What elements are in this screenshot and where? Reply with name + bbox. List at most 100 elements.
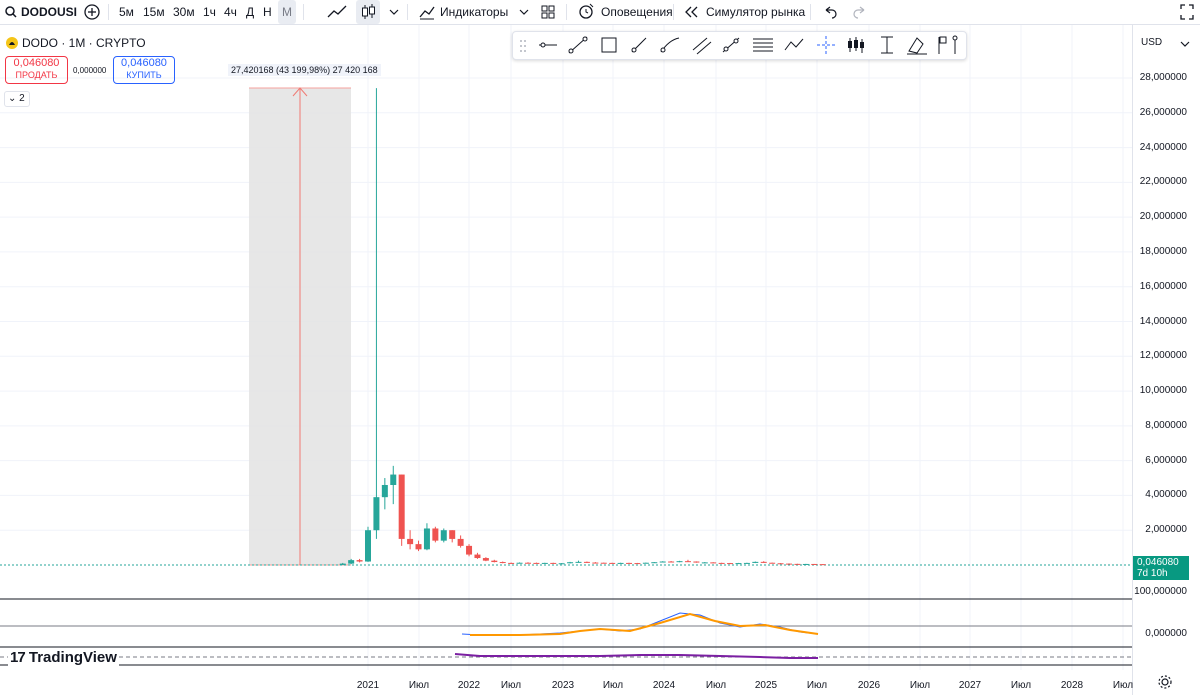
flag-icon[interactable] bbox=[938, 35, 958, 54]
time-tick: Июл bbox=[705, 680, 727, 691]
chart-type-candles-button[interactable] bbox=[356, 0, 380, 24]
undo-icon bbox=[825, 6, 837, 19]
chart-type-line-button[interactable] bbox=[326, 0, 348, 24]
candle-body bbox=[786, 563, 792, 565]
buy-label: КУПИТЬ bbox=[126, 70, 162, 80]
candle-body bbox=[524, 562, 531, 564]
grid-icon bbox=[541, 5, 555, 19]
sell-label: ПРОДАТЬ bbox=[15, 70, 58, 80]
toolbar-divider bbox=[810, 4, 811, 20]
interval-5m[interactable]: 5м bbox=[119, 0, 134, 24]
price-tick: 12,000000 bbox=[1139, 350, 1187, 362]
candle-body bbox=[558, 563, 565, 565]
drag-handle-icon[interactable] bbox=[520, 40, 526, 52]
rewind-icon bbox=[685, 6, 698, 18]
sell-button[interactable]: 0,046080 ПРОДАТЬ bbox=[5, 56, 68, 84]
time-tick: 2028 bbox=[1060, 680, 1084, 691]
parallel-channel-icon[interactable] bbox=[692, 37, 712, 55]
fullscreen-button[interactable] bbox=[1178, 0, 1196, 24]
indicators-dropdown[interactable] bbox=[518, 0, 530, 24]
candle-body bbox=[642, 562, 649, 564]
candle-body bbox=[583, 561, 590, 563]
rectangle-icon[interactable] bbox=[601, 37, 617, 53]
candle-body bbox=[508, 562, 515, 564]
currency-selector[interactable]: USD bbox=[1141, 37, 1162, 48]
indicator-tick: 100,000000 bbox=[1134, 586, 1187, 597]
interval-month[interactable]: М bbox=[278, 0, 296, 24]
redo-icon bbox=[853, 6, 865, 19]
time-tick: 2025 bbox=[754, 680, 778, 691]
interval-day[interactable]: Д bbox=[246, 0, 254, 24]
symbol-legend: DODO · 1M · CRYPTO bbox=[6, 36, 146, 50]
ray-icon[interactable] bbox=[631, 37, 647, 53]
pattern-icon[interactable] bbox=[784, 38, 804, 51]
price-axis[interactable]: USD 28,000000 26,000000 24,000000 22,000000… bbox=[1132, 25, 1200, 695]
search-icon bbox=[5, 6, 17, 18]
text-icon[interactable] bbox=[881, 36, 893, 54]
chevron-down-icon bbox=[1180, 41, 1190, 47]
candle-body bbox=[550, 562, 557, 564]
candle-body bbox=[575, 561, 582, 563]
bars-pattern-icon[interactable] bbox=[848, 37, 864, 53]
candle-body bbox=[449, 530, 456, 539]
price-tick: 26,000000 bbox=[1139, 106, 1187, 118]
candle-body bbox=[769, 562, 776, 564]
price-tick: 28,000000 bbox=[1139, 72, 1187, 83]
templates-button[interactable] bbox=[539, 0, 557, 24]
chevron-down-icon bbox=[389, 9, 399, 15]
candle-body bbox=[760, 561, 767, 563]
candle-body bbox=[718, 562, 725, 564]
candle-body bbox=[676, 561, 683, 563]
chart-grid bbox=[0, 25, 1132, 670]
indicators-collapse-button[interactable]: ⌄ 2 bbox=[4, 91, 30, 107]
horizontal-ray-icon[interactable] bbox=[539, 42, 557, 48]
candles-group bbox=[339, 88, 826, 566]
candle-body bbox=[651, 562, 658, 564]
alarm-clock-icon bbox=[579, 3, 594, 19]
chart-type-dropdown[interactable] bbox=[388, 0, 400, 24]
market-simulator-button[interactable]: Симулятор рынка bbox=[684, 0, 805, 24]
eraser-icon[interactable] bbox=[907, 37, 927, 55]
time-tick: Июл bbox=[1112, 680, 1134, 691]
candle-body bbox=[794, 563, 801, 565]
time-tick: Июл bbox=[909, 680, 931, 691]
candle-body bbox=[365, 530, 371, 562]
undo-button[interactable] bbox=[822, 0, 838, 24]
extended-line-icon[interactable] bbox=[722, 37, 740, 53]
candle-body bbox=[626, 562, 633, 564]
toolbar-divider bbox=[303, 4, 304, 20]
toolbar-divider bbox=[108, 4, 109, 20]
interval-30m[interactable]: 30м bbox=[173, 0, 195, 24]
candle-body bbox=[516, 562, 523, 564]
tradingview-logo: 17 TradingView bbox=[8, 649, 119, 666]
toolbar-divider bbox=[407, 4, 408, 20]
toolbar-divider bbox=[566, 4, 567, 20]
indicators-button[interactable]: Индикаторы bbox=[418, 0, 508, 24]
interval-4h[interactable]: 4ч bbox=[224, 0, 237, 24]
candle-body bbox=[398, 474, 405, 539]
interval-week[interactable]: Н bbox=[263, 0, 272, 24]
price-tick: 8,000000 bbox=[1145, 419, 1187, 431]
trend-line-icon[interactable] bbox=[568, 36, 588, 54]
brush-icon[interactable] bbox=[660, 37, 680, 53]
candle-body bbox=[710, 562, 717, 564]
candle-body bbox=[617, 562, 624, 564]
price-chart[interactable] bbox=[0, 25, 1132, 695]
settings-gear-icon[interactable] bbox=[1157, 674, 1173, 690]
buy-button[interactable]: 0,046080 КУПИТЬ bbox=[113, 56, 175, 84]
candle-body bbox=[752, 561, 759, 563]
crosshair-icon[interactable] bbox=[817, 36, 835, 54]
time-tick: Июл bbox=[408, 680, 430, 691]
fib-retracement-icon[interactable] bbox=[753, 38, 773, 52]
alerts-button[interactable]: Оповещения bbox=[577, 0, 673, 24]
interval-1h[interactable]: 1ч bbox=[203, 0, 216, 24]
candle-body bbox=[743, 562, 750, 564]
redo-button[interactable] bbox=[852, 0, 868, 24]
candle-body bbox=[701, 562, 708, 564]
time-tick: Июл bbox=[806, 680, 828, 691]
chevron-down-icon: ⌄ bbox=[8, 93, 17, 104]
candle-body bbox=[819, 564, 826, 566]
symbol-search[interactable]: DODOUSI bbox=[4, 0, 77, 24]
compare-button[interactable] bbox=[82, 0, 102, 24]
interval-15m[interactable]: 15м bbox=[143, 0, 165, 24]
